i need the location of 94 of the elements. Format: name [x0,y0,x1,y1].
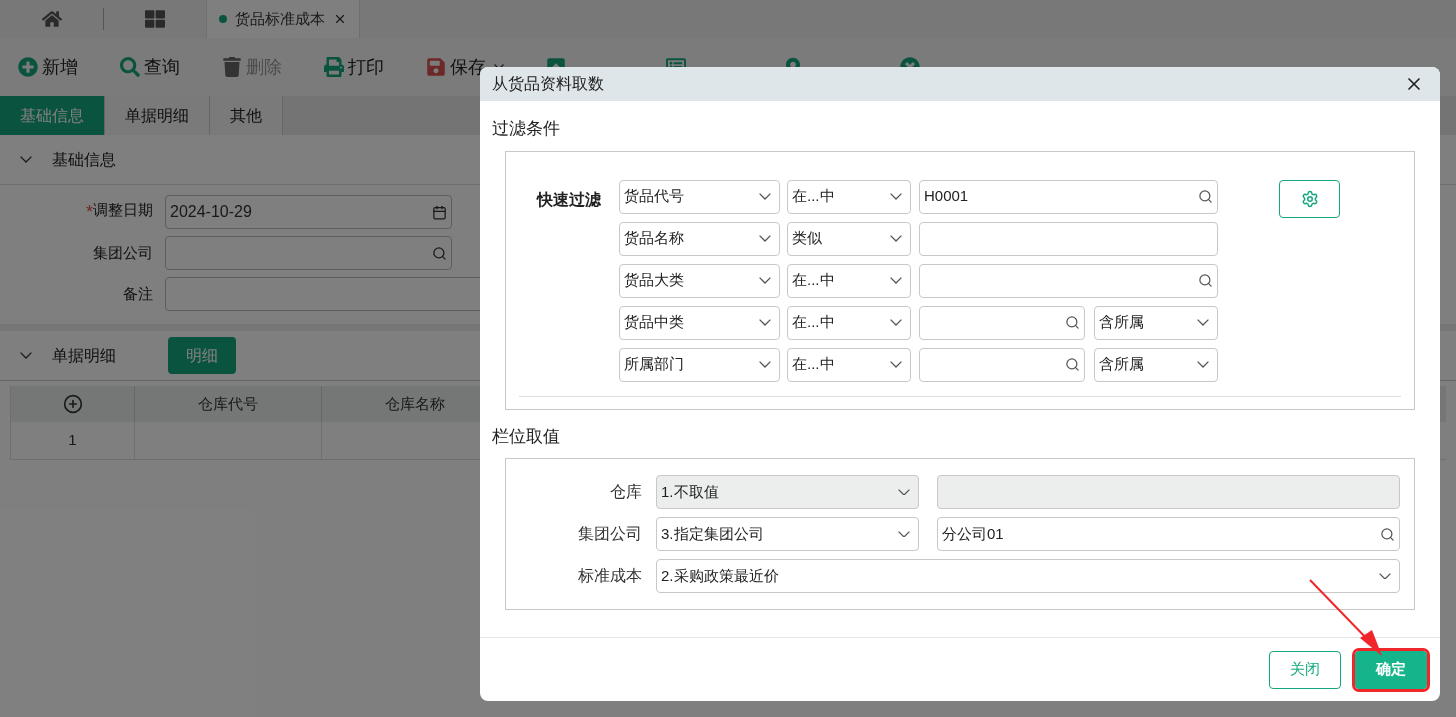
select-value: 含所属 [1099,312,1144,333]
chevron-down-icon [759,319,771,326]
dropdown-select[interactable]: 在...中 [787,179,911,214]
select-value: 3.指定集团公司 [661,523,764,544]
chevron-down-icon [1379,572,1391,580]
input-field[interactable]: 分公司01 [937,517,1400,551]
field-label: 备注 [123,283,153,304]
settings-button[interactable] [1279,179,1340,218]
dropdown-select[interactable]: 货品中类 [619,305,780,340]
dropdown-select[interactable]: 在...中 [787,263,911,298]
toolbar-button[interactable]: 新增 [18,53,78,81]
form-tab[interactable]: 单据明细 [105,96,210,135]
field-label: 集团公司 [93,242,153,263]
section-title: 过滤条件 [492,118,560,140]
chevron-down-icon [898,530,910,538]
row-number: 1 [11,422,135,459]
chevron-down-icon [759,235,771,242]
select-value: 在...中 [792,186,835,207]
required-mark: * [86,200,93,224]
chevron-down-icon [1197,319,1209,326]
chevron-down-icon [1197,361,1209,368]
field-value: 分公司01 [942,523,1004,544]
select-value: 货品大类 [624,270,684,291]
select-value: 2.采购政策最近价 [661,565,779,586]
form-tab[interactable]: 其他 [210,96,283,135]
select-value: 在...中 [792,312,835,333]
input-field[interactable] [919,221,1218,256]
select-value: 货品名称 [624,228,684,249]
select-value: 货品中类 [624,312,684,333]
dropdown-select[interactable]: 在...中 [787,305,911,340]
select-value: 类似 [792,228,822,249]
field-label: 标准成本 [578,566,642,586]
toolbar-button[interactable]: 打印 [324,53,384,81]
home-icon[interactable] [41,9,62,29]
printer-icon [324,57,344,77]
calendar-icon [432,204,447,220]
chevron-down-icon [759,277,771,284]
input-field[interactable] [165,236,452,270]
input-field[interactable]: H0001 [919,179,1218,214]
search-icon [1380,526,1395,542]
dropdown-select[interactable]: 货品大类 [619,263,780,298]
dropdown-select[interactable]: 3.指定集团公司 [656,517,919,551]
filter-label: 快速过滤 [537,190,601,208]
input-field[interactable] [919,347,1085,382]
dialog-title: 从货品资料取数 [492,74,604,94]
select-value: 在...中 [792,354,835,375]
dropdown-select[interactable]: 所属部门 [619,347,780,382]
chevron-down-icon [890,235,902,242]
page-tab[interactable]: 货品标准成本 [206,0,360,38]
chevron-icon [20,352,32,359]
chevron-down-icon [759,361,771,368]
search-icon [432,245,447,261]
dropdown-select[interactable]: 货品代号 [619,179,780,214]
column-header: 仓库代号 [135,386,322,422]
select-value: 1.不取值 [661,481,719,502]
search-icon [1198,189,1213,204]
search-icon [1065,315,1080,330]
select-value: 含所属 [1099,354,1144,375]
input-field[interactable] [919,305,1085,340]
field-label: 集团公司 [578,524,642,544]
chevron-icon [20,156,32,163]
grid-icon[interactable] [145,9,165,29]
dropdown-select[interactable]: 含所属 [1094,305,1218,340]
search-icon [1065,357,1080,372]
dropdown-select[interactable]: 在...中 [787,347,911,382]
select-value: 在...中 [792,270,835,291]
field-value: H0001 [924,186,969,207]
trash-icon [222,57,242,77]
input-field[interactable] [919,263,1218,298]
chevron-down-icon [890,361,902,368]
chevron-down-icon [890,277,902,284]
section-title: 单据明细 [52,345,116,366]
toolbar-button[interactable]: 查询 [120,53,180,81]
input-field[interactable]: 2024-10-29 [165,195,452,229]
dropdown-select[interactable]: 货品名称 [619,221,780,256]
settings-icon [1300,189,1319,208]
dropdown-select[interactable]: 类似 [787,221,911,256]
chevron-down-icon [759,193,771,200]
search-icon [120,57,140,77]
add-row-icon[interactable] [62,394,83,414]
dropdown-select[interactable]: 2.采购政策最近价 [656,559,1400,593]
chevron-down-icon [898,488,910,496]
dropdown-select[interactable]: 含所属 [1094,347,1218,382]
select-value: 所属部门 [624,354,684,375]
chevron-down-icon [890,319,902,326]
select-value: 货品代号 [624,186,684,207]
chevron-down-icon [890,193,902,200]
search-icon [1198,273,1213,288]
field-label: 调整日期 [93,199,153,220]
field-value: 2024-10-29 [170,202,252,222]
input-field[interactable] [937,475,1400,509]
section-title: 栏位取值 [492,425,560,448]
field-label: 仓库 [610,482,642,502]
section-title: 基础信息 [52,149,116,170]
